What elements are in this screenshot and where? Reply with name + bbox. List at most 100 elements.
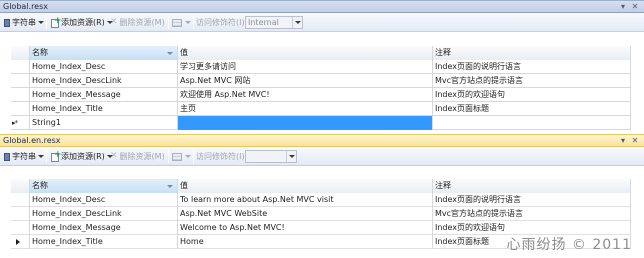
access-modifier-label: 访问修饰符(I): <box>196 18 248 27</box>
resource-value-cell-editing[interactable] <box>178 116 433 130</box>
row-selector[interactable] <box>11 88 30 102</box>
resource-value-cell[interactable]: 主页 <box>178 102 433 116</box>
toolbar-separator <box>46 16 47 29</box>
document-tab-title[interactable]: Global.en.resx <box>3 136 61 145</box>
close-icon[interactable]: ✕ <box>630 136 640 146</box>
row-selector[interactable] <box>11 74 30 88</box>
view-dropdown[interactable] <box>172 16 191 29</box>
resource-value-cell[interactable]: Asp.Net MVC WebSite <box>178 207 433 221</box>
column-header-value[interactable]: 值 <box>178 179 433 193</box>
pin-icon[interactable]: ▾ <box>618 136 628 146</box>
strings-dropdown[interactable]: 字符串 <box>4 16 44 29</box>
resource-toolbar: 字符串 添加资源(R) ✕删除资源(M) 访问修饰符(I): Internal <box>0 13 644 32</box>
column-header-value[interactable]: 值 <box>178 46 433 60</box>
chevron-down-icon <box>289 155 295 158</box>
resource-name-cell[interactable]: Home_Index_DescLink <box>30 74 178 88</box>
document-tab-bar: Global.en.resx ▾ ✕ <box>0 134 644 147</box>
sort-arrow-icon <box>167 185 173 188</box>
resource-name-cell[interactable]: Home_Index_Title <box>30 102 178 116</box>
chevron-down-icon <box>295 21 301 24</box>
remove-resource-button[interactable]: ✕ 删除资源(M) <box>110 150 165 163</box>
resource-value-cell[interactable]: 欢迎使用 Asp.Net MVC! <box>178 88 433 102</box>
access-modifier-select[interactable]: Internal <box>245 16 303 29</box>
toolbar-separator <box>168 150 169 163</box>
column-header-name[interactable]: 名称 <box>30 46 178 60</box>
delete-icon: ✕ <box>110 17 118 27</box>
column-header-name[interactable]: 名称 <box>30 179 178 193</box>
remove-resource-label: 删除资源(M) <box>119 152 165 161</box>
remove-resource-button[interactable]: ✕ 删除资源(M) <box>110 16 165 29</box>
document-tab-bar: Global.resx ▾ ✕ <box>0 0 644 13</box>
toolbar-separator <box>193 16 194 29</box>
toolbar-separator <box>46 150 47 163</box>
chevron-down-icon <box>185 21 191 24</box>
row-selector[interactable] <box>11 193 30 207</box>
chevron-down-icon <box>38 155 44 158</box>
resx-editor-global: Global.resx ▾ ✕ 字符串 添加资源(R) ✕删除资源(M) 访问修… <box>0 0 644 132</box>
add-resource-icon <box>50 15 62 28</box>
table-row-new[interactable]: ▸* String1 <box>11 116 631 130</box>
resource-value-cell[interactable]: Asp.Net MVC 网站 <box>178 74 433 88</box>
strings-label: 字符串 <box>12 18 36 27</box>
resource-name-cell[interactable]: Home_Index_Message <box>30 88 178 102</box>
watermark-text: 心雨纷扬 © 2011 <box>506 237 632 253</box>
table-row[interactable]: Home_Index_Desc 学习更多请访问 Index页面的说明行语言 <box>11 60 631 74</box>
row-selector[interactable] <box>11 207 30 221</box>
add-resource-button[interactable]: 添加资源(R) <box>50 15 113 29</box>
resource-name-cell[interactable]: Home_Index_Desc <box>30 193 178 207</box>
row-selector[interactable] <box>11 60 30 74</box>
add-resource-button[interactable]: 添加资源(R) <box>50 149 113 163</box>
resource-name-cell[interactable]: Home_Index_DescLink <box>30 207 178 221</box>
row-selector[interactable] <box>11 235 30 249</box>
resource-comment-cell[interactable]: Mvc官方站点的提示语言 <box>433 74 631 88</box>
row-selector[interactable] <box>11 221 30 235</box>
grid-view-icon <box>172 152 182 161</box>
column-header-comment[interactable]: 注释 <box>433 179 631 193</box>
grid-view-icon <box>172 18 182 27</box>
access-modifier-select[interactable] <box>245 150 297 163</box>
resource-value-cell[interactable]: Home <box>178 235 433 249</box>
grid-header-row: 名称 值 注释 <box>11 179 631 193</box>
resource-comment-cell[interactable] <box>433 116 631 130</box>
resource-name-cell[interactable]: Home_Index_Title <box>30 235 178 249</box>
close-icon[interactable]: ✕ <box>630 2 640 12</box>
table-row[interactable]: Home_Index_Desc To learn more about Asp.… <box>11 193 631 207</box>
strings-icon <box>4 18 10 27</box>
table-row[interactable]: Home_Index_Message 欢迎使用 Asp.Net MVC! Ind… <box>11 88 631 102</box>
add-resource-icon <box>50 149 62 162</box>
resource-value-cell[interactable]: 学习更多请访问 <box>178 60 433 74</box>
new-row-marker-icon: ▸* <box>12 119 18 127</box>
row-selector-header[interactable] <box>11 46 30 60</box>
access-modifier-value: Internal <box>248 18 279 27</box>
resource-comment-cell[interactable]: Index页的欢迎语句 <box>433 221 631 235</box>
view-dropdown[interactable] <box>172 150 191 163</box>
resource-name-cell[interactable]: String1 <box>30 116 178 130</box>
row-selector-header[interactable] <box>11 179 30 193</box>
resource-comment-cell[interactable]: Index页的欢迎语句 <box>433 88 631 102</box>
add-resource-label: 添加资源(R) <box>61 18 105 27</box>
table-row[interactable]: Home_Index_Title 主页 Index页面标题 <box>11 102 631 116</box>
remove-resource-label: 删除资源(M) <box>119 18 165 27</box>
row-selector[interactable] <box>11 102 30 116</box>
strings-dropdown[interactable]: 字符串 <box>4 150 44 163</box>
resource-value-cell[interactable]: Welcome to Asp.Net MVC! <box>178 221 433 235</box>
resource-comment-cell[interactable]: Index页面的说明行语言 <box>433 193 631 207</box>
strings-icon <box>4 152 10 161</box>
resource-comment-cell[interactable]: Index页面的说明行语言 <box>433 60 631 74</box>
delete-icon: ✕ <box>110 151 118 161</box>
chevron-down-icon <box>185 155 191 158</box>
resource-name-cell[interactable]: Home_Index_Message <box>30 221 178 235</box>
column-header-comment[interactable]: 注释 <box>433 46 631 60</box>
table-row[interactable]: Home_Index_Message Welcome to Asp.Net MV… <box>11 221 631 235</box>
document-tab-title[interactable]: Global.resx <box>3 2 48 11</box>
table-row[interactable]: Home_Index_DescLink Asp.Net MVC 网站 Mvc官方… <box>11 74 631 88</box>
resource-toolbar: 字符串 添加资源(R) ✕删除资源(M) 访问修饰符(I): <box>0 147 644 166</box>
resource-name-cell[interactable]: Home_Index_Desc <box>30 60 178 74</box>
current-row-arrow-icon <box>16 239 20 245</box>
row-selector[interactable]: ▸* <box>11 116 30 130</box>
resource-comment-cell[interactable]: Mvc官方站点的提示语言 <box>433 207 631 221</box>
pin-icon[interactable]: ▾ <box>618 2 628 12</box>
resource-comment-cell[interactable]: Index页面标题 <box>433 102 631 116</box>
resource-value-cell[interactable]: To learn more about Asp.Net MVC visit <box>178 193 433 207</box>
table-row[interactable]: Home_Index_DescLink Asp.Net MVC WebSite … <box>11 207 631 221</box>
